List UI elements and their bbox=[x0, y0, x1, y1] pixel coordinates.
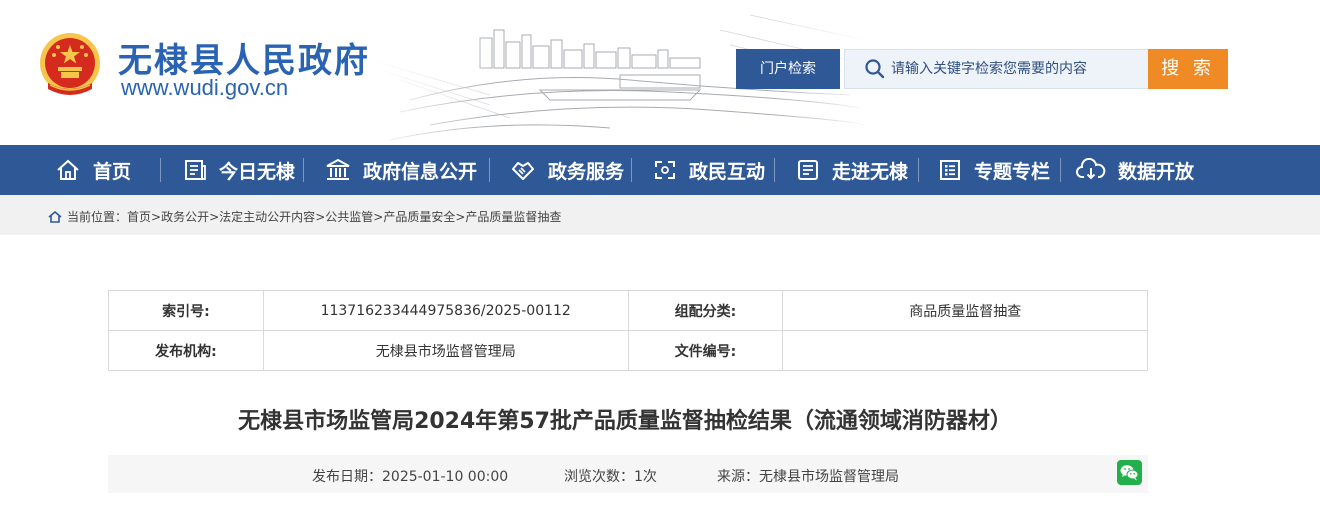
national-emblem-icon bbox=[40, 33, 100, 95]
nav-divider bbox=[631, 158, 632, 182]
nav-item-open-data[interactable]: 数据开放 bbox=[1076, 145, 1194, 195]
index-label: 索引号: bbox=[108, 290, 264, 331]
breadcrumb-prefix: 当前位置： bbox=[67, 210, 128, 224]
search-scope-tab[interactable]: 门户检索 bbox=[736, 49, 840, 89]
nav-item-about[interactable]: 走进无棣 bbox=[796, 145, 908, 195]
breadcrumb-separator: > bbox=[209, 209, 220, 224]
site-header: 无棣县人民政府 www.wudi.gov.cn 门户检索 搜 索 bbox=[0, 0, 1320, 145]
search-input[interactable] bbox=[891, 50, 1147, 88]
nav-item-services[interactable]: 政务服务 bbox=[510, 145, 624, 195]
nav-divider bbox=[1060, 158, 1061, 182]
view-count-value: 1次 bbox=[634, 469, 657, 485]
breadcrumb-link[interactable]: 公共监管 bbox=[325, 208, 373, 225]
view-count-label: 浏览次数： bbox=[564, 469, 634, 485]
publish-date-value: 2025-01-10 00:00 bbox=[382, 469, 509, 485]
newspaper-icon bbox=[185, 160, 206, 180]
table-row: 索引号: 113716233444975836/2025-00112 组配分类:… bbox=[108, 290, 1148, 331]
nav-label: 走进无棣 bbox=[832, 160, 909, 183]
publisher-value: 无棣县市场监督管理局 bbox=[262, 330, 629, 371]
nav-label: 数据开放 bbox=[1118, 160, 1195, 183]
publish-date: 发布日期：2025-01-10 00:00 bbox=[312, 466, 508, 486]
breadcrumb-link[interactable]: 产品质量安全 bbox=[383, 208, 455, 225]
breadcrumb-separator: > bbox=[373, 209, 384, 224]
government-building-icon bbox=[326, 158, 350, 180]
nav-divider bbox=[774, 158, 775, 182]
nav-item-gov-info[interactable]: 政府信息公开 bbox=[325, 145, 477, 195]
publish-date-label: 发布日期： bbox=[312, 469, 382, 485]
search-button[interactable]: 搜 索 bbox=[1148, 49, 1228, 89]
source-label: 来源： bbox=[717, 469, 759, 485]
table-row: 发布机构: 无棣县市场监督管理局 文件编号: bbox=[108, 330, 1148, 371]
nav-divider bbox=[489, 158, 490, 182]
breadcrumb: 当前位置： 首页 > 政务公开 > 法定主动公开内容 > 公共监管 > 产品质量… bbox=[48, 208, 561, 225]
wechat-icon bbox=[1120, 465, 1139, 481]
article-title: 无棣县市场监管局2024年第57批产品质量监督抽检结果（流通领域消防器材） bbox=[238, 409, 1012, 434]
cloud-download-icon bbox=[1076, 158, 1106, 180]
nav-item-home[interactable]: 首页 bbox=[55, 145, 131, 195]
breadcrumb-separator: > bbox=[455, 209, 466, 224]
doc-number-value bbox=[782, 330, 1148, 371]
main-nav: 首页 今日无棣 政府信息公开 政务服务 政民互动 走进无棣 专题专栏 数据开放 bbox=[0, 145, 1320, 195]
breadcrumb-link[interactable]: 政务公开 bbox=[161, 208, 209, 225]
search-icon bbox=[865, 59, 885, 79]
breadcrumb-link[interactable]: 首页 bbox=[127, 208, 151, 225]
nav-label: 今日无棣 bbox=[219, 160, 296, 183]
nav-label: 政务服务 bbox=[548, 160, 625, 183]
category-value: 商品质量监督抽查 bbox=[782, 290, 1148, 331]
nav-divider bbox=[303, 158, 304, 182]
nav-label: 政府信息公开 bbox=[363, 160, 478, 183]
breadcrumb-link[interactable]: 产品质量监督抽查 bbox=[465, 208, 561, 225]
nav-divider bbox=[918, 158, 919, 182]
index-value: 113716233444975836/2025-00112 bbox=[262, 290, 629, 331]
search-box bbox=[844, 49, 1150, 89]
document-list-icon bbox=[798, 160, 818, 180]
nav-item-topics[interactable]: 专题专栏 bbox=[938, 145, 1050, 195]
doc-number-label: 文件编号: bbox=[627, 330, 784, 371]
category-label: 组配分类: bbox=[627, 290, 784, 331]
nav-item-today[interactable]: 今日无棣 bbox=[183, 145, 295, 195]
interaction-icon bbox=[655, 161, 675, 179]
article-info-bar: 发布日期：2025-01-10 00:00 浏览次数：1次 来源：无棣县市场监督… bbox=[108, 455, 1148, 493]
document-meta-table: 索引号: 113716233444975836/2025-00112 组配分类:… bbox=[108, 290, 1148, 371]
breadcrumb-separator: > bbox=[315, 209, 326, 224]
site-url[interactable]: www.wudi.gov.cn bbox=[121, 75, 288, 101]
nav-label: 首页 bbox=[93, 160, 132, 183]
handshake-icon bbox=[512, 162, 534, 180]
source-value: 无棣县市场监督管理局 bbox=[759, 469, 899, 485]
view-count: 浏览次数：1次 bbox=[564, 466, 657, 486]
nav-label: 专题专栏 bbox=[974, 160, 1051, 183]
checklist-icon bbox=[940, 160, 960, 180]
nav-item-interaction[interactable]: 政民互动 bbox=[653, 145, 765, 195]
home-icon bbox=[48, 210, 62, 223]
breadcrumb-link[interactable]: 法定主动公开内容 bbox=[219, 208, 315, 225]
publisher-label: 发布机构: bbox=[108, 330, 264, 371]
nav-label: 政民互动 bbox=[689, 160, 766, 183]
home-icon bbox=[57, 159, 79, 180]
breadcrumb-separator: > bbox=[151, 209, 162, 224]
nav-divider bbox=[160, 158, 161, 182]
article-source: 来源：无棣县市场监督管理局 bbox=[717, 466, 899, 486]
wechat-share-button[interactable] bbox=[1117, 460, 1142, 485]
breadcrumb-bar: 当前位置： 首页 > 政务公开 > 法定主动公开内容 > 公共监管 > 产品质量… bbox=[0, 195, 1320, 235]
